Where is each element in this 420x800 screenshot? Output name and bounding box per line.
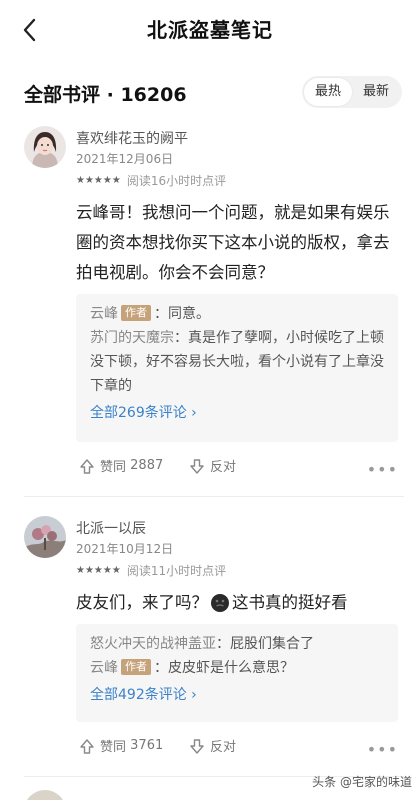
rating-stars: ★★★★★	[76, 564, 121, 576]
review-date: 2021年12月06日	[76, 152, 174, 166]
dislike-button[interactable]: 反对	[188, 456, 236, 475]
thumb-up-icon	[80, 458, 94, 474]
thumb-up-icon	[80, 738, 94, 754]
action-bar: 赞同 3761 反对 •••	[76, 736, 402, 760]
sort-new-button[interactable]: 最新	[352, 78, 400, 106]
emoji-icon	[211, 594, 229, 612]
rating-row: ★★★★★ 阅读16小时时点评	[76, 172, 226, 188]
author-badge: 作者	[121, 305, 151, 321]
like-count: 3761	[130, 738, 164, 753]
reply-item: 怒火冲天的战神盖亚：屁股们集合了	[90, 632, 386, 656]
reviews-count-title: 全部书评 · 16206	[24, 84, 187, 106]
dislike-label: 反对	[210, 740, 237, 755]
reply-item: 云峰 作者 ：同意。	[90, 302, 386, 326]
reply-author[interactable]: 苏门的天魔宗	[90, 330, 174, 346]
reply-box[interactable]: 云峰 作者 ：同意。 苏门的天魔宗：真是作了孽啊，小时候吃了上顿没下顿，好不容易长大…	[76, 294, 398, 442]
username[interactable]: 北派一以辰	[76, 518, 146, 538]
reply-item: 云峰 作者 ：皮皮虾是什么意思？	[90, 656, 386, 680]
reply-text: ：屁股们集合了	[216, 636, 314, 652]
divider	[24, 496, 404, 497]
thumb-down-icon	[190, 458, 204, 474]
all-replies-link[interactable]: 全部492条评论 ›	[90, 682, 386, 708]
more-options-button[interactable]: •••	[367, 460, 398, 479]
reply-text: ：同意。	[154, 306, 210, 322]
author-badge: 作者	[121, 659, 151, 675]
more-options-button[interactable]: •••	[367, 740, 398, 759]
rating-stars: ★★★★★	[76, 174, 121, 186]
read-time: 阅读16小时时点评	[126, 173, 227, 188]
rating-row: ★★★★★ 阅读11小时时点评	[76, 562, 226, 578]
like-count: 2887	[130, 458, 164, 473]
page-title: 北派盗墓笔记	[147, 18, 273, 42]
review-text-part: 皮友们，来了吗？	[76, 593, 208, 612]
review-content: 云峰哥！我想问一个问题，就是如果有娱乐圈的资本想找你买下这本小说的版权，拿去拍电…	[76, 203, 390, 282]
avatar[interactable]	[24, 790, 66, 800]
sort-toggle: 最热 最新	[302, 76, 402, 108]
review-content: 皮友们，来了吗？ 这书真的挺好看	[76, 588, 402, 618]
reply-author[interactable]: 云峰	[90, 660, 118, 676]
like-label: 赞同	[100, 460, 127, 475]
dislike-button[interactable]: 反对	[188, 736, 236, 755]
reply-box[interactable]: 怒火冲天的战神盖亚：屁股们集合了 云峰 作者 ：皮皮虾是什么意思？ 全部492条评论…	[76, 624, 398, 722]
watermark: 头条 @宅家的味道	[312, 775, 412, 789]
book-review-page: 北派盗墓笔记 全部书评 · 16206 最热 最新 喜欢绯花玉的阙平 2021年…	[0, 0, 420, 800]
thumb-down-icon	[190, 738, 204, 754]
top-bar: 北派盗墓笔记	[0, 0, 420, 58]
reply-author[interactable]: 怒火冲天的战神盖亚	[90, 636, 216, 652]
avatar[interactable]	[24, 126, 66, 168]
reply-item: 苏门的天魔宗：真是作了孽啊，小时候吃了上顿没下顿，好不容易长大啦，看个小说有了上…	[90, 326, 386, 398]
like-label: 赞同	[100, 740, 127, 755]
read-time: 阅读11小时时点评	[126, 563, 227, 578]
review-text-part: 这书真的挺好看	[232, 593, 348, 612]
action-bar: 赞同 2887 反对 •••	[76, 456, 402, 480]
review-date: 2021年10月12日	[76, 542, 174, 556]
all-replies-link[interactable]: 全部269条评论 ›	[90, 400, 386, 426]
reply-author[interactable]: 云峰	[90, 306, 118, 322]
section-header: 全部书评 · 16206 最热 最新	[0, 74, 420, 110]
dislike-label: 反对	[210, 460, 237, 475]
like-button[interactable]: 赞同 3761	[78, 736, 163, 755]
like-button[interactable]: 赞同 2887	[78, 456, 163, 475]
reply-text: ：皮皮虾是什么意思？	[154, 660, 294, 676]
avatar[interactable]	[24, 516, 66, 558]
sort-hot-button[interactable]: 最热	[304, 78, 352, 106]
username[interactable]: 喜欢绯花玉的阙平	[76, 128, 188, 148]
